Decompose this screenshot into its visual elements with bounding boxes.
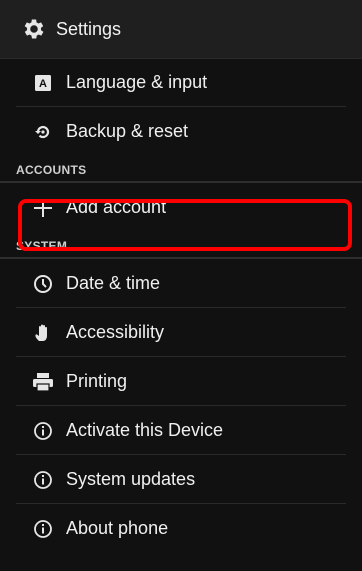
settings-item-label: Accessibility <box>66 322 165 342</box>
settings-item-label: Backup & reset <box>66 121 189 141</box>
keyboard-a-icon: A <box>32 72 54 94</box>
settings-item-backup-reset[interactable]: Backup & reset <box>0 107 362 156</box>
hand-icon <box>32 322 54 344</box>
svg-text:A: A <box>39 78 47 90</box>
settings-item-label: Printing <box>66 371 128 391</box>
plus-icon <box>32 197 54 219</box>
settings-item-label: System updates <box>66 469 196 489</box>
page-title: Settings <box>56 18 122 39</box>
backup-reset-icon <box>32 121 54 143</box>
add-account-button[interactable]: Add account <box>0 183 362 232</box>
section-header-accounts: ACCOUNTS <box>0 156 362 183</box>
settings-item-label: Add account <box>66 197 167 217</box>
settings-item-system-updates[interactable]: System updates <box>0 455 362 504</box>
settings-item-date-time[interactable]: Date & time <box>0 259 362 308</box>
info-icon <box>32 469 54 491</box>
printer-icon <box>32 371 54 393</box>
action-bar: Settings <box>0 0 362 59</box>
settings-item-label: Date & time <box>66 273 161 293</box>
info-icon <box>32 518 54 540</box>
settings-item-activate-device[interactable]: Activate this Device <box>0 406 362 455</box>
settings-item-printing[interactable]: Printing <box>0 357 362 406</box>
settings-item-label: Activate this Device <box>66 420 224 440</box>
section-header-system: SYSTEM <box>0 232 362 259</box>
settings-item-accessibility[interactable]: Accessibility <box>0 308 362 357</box>
settings-item-language-input[interactable]: A Language & input <box>0 58 362 107</box>
gear-icon[interactable] <box>20 15 48 43</box>
settings-item-label: About phone <box>66 518 169 538</box>
settings-screen: Settings A Language & input Backup & res… <box>0 0 362 571</box>
clock-icon <box>32 273 54 295</box>
settings-item-about-phone[interactable]: About phone <box>0 504 362 553</box>
settings-list: A Language & input Backup & reset ACCOUN… <box>0 58 362 553</box>
info-icon <box>32 420 54 442</box>
settings-item-label: Language & input <box>66 72 208 92</box>
